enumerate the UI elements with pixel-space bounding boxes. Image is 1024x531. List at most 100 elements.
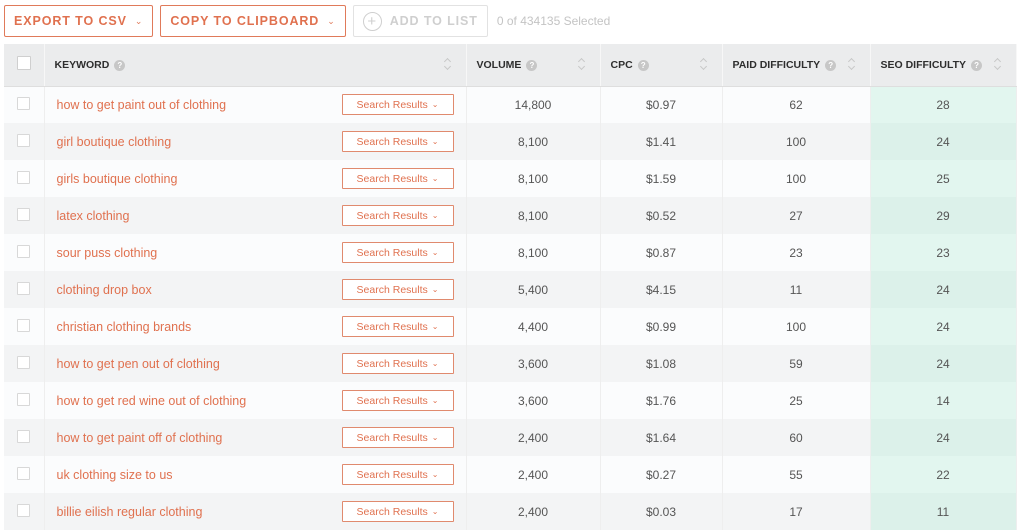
help-icon[interactable]: ? xyxy=(526,59,538,71)
keyword-cell-content: sour puss clothing Search Results ⌄ xyxy=(55,242,456,263)
cpc-cell: $1.08 xyxy=(600,345,723,382)
seo-difficulty-cell: 28 xyxy=(870,86,1017,123)
row-select-cell xyxy=(4,160,45,197)
plus-circle-icon: + xyxy=(362,11,382,31)
search-results-button[interactable]: Search Results ⌄ xyxy=(341,390,454,411)
row-checkbox[interactable] xyxy=(17,96,31,110)
keyword-cell: how to get pen out of clothing Search Re… xyxy=(44,345,467,382)
search-results-button[interactable]: Search Results ⌄ xyxy=(341,131,454,152)
help-icon[interactable]: ? xyxy=(637,59,649,71)
chevron-down-icon: ⌄ xyxy=(431,137,439,146)
keyword-link[interactable]: uk clothing size to us xyxy=(57,468,173,482)
row-select-cell xyxy=(4,234,45,271)
export-to-csv-button[interactable]: EXPORT TO CSV ⌄ xyxy=(4,5,154,37)
table-row: girl boutique clothing Search Results ⌄ … xyxy=(4,123,1017,160)
keyword-link[interactable]: girl boutique clothing xyxy=(57,135,172,149)
sort-icon[interactable] xyxy=(994,57,1002,71)
column-header-volume[interactable]: VOLUME? xyxy=(466,44,601,87)
search-results-label: Search Results xyxy=(356,468,428,481)
keyword-link[interactable]: girls boutique clothing xyxy=(57,172,178,186)
search-results-button[interactable]: Search Results ⌄ xyxy=(341,501,454,522)
volume-cell: 2,400 xyxy=(466,493,601,530)
volume-cell: 8,100 xyxy=(466,160,601,197)
row-select-cell xyxy=(4,456,45,493)
column-header-paid-difficulty[interactable]: PAID DIFFICULTY? xyxy=(722,44,871,87)
keyword-cell: how to get paint out of clothing Search … xyxy=(44,86,467,123)
keyword-link[interactable]: latex clothing xyxy=(57,209,130,223)
row-checkbox[interactable] xyxy=(17,133,31,147)
search-results-button[interactable]: Search Results ⌄ xyxy=(341,279,454,300)
table-row: how to get pen out of clothing Search Re… xyxy=(4,345,1017,382)
cpc-cell: $0.27 xyxy=(600,456,723,493)
chevron-down-icon: ⌄ xyxy=(431,470,439,479)
search-results-button[interactable]: Search Results ⌄ xyxy=(341,316,454,337)
keyword-link[interactable]: sour puss clothing xyxy=(57,246,158,260)
seo-difficulty-cell: 29 xyxy=(870,197,1017,234)
sort-icon[interactable] xyxy=(848,57,856,71)
keyword-link[interactable]: clothing drop box xyxy=(57,283,152,297)
volume-cell: 8,100 xyxy=(466,197,601,234)
keyword-cell-content: uk clothing size to us Search Results ⌄ xyxy=(55,464,456,485)
keyword-cell-content: clothing drop box Search Results ⌄ xyxy=(55,279,456,300)
search-results-label: Search Results xyxy=(356,394,428,407)
add-to-list-button[interactable]: + ADD TO LIST xyxy=(352,5,488,37)
keyword-link[interactable]: how to get paint out of clothing xyxy=(57,98,227,112)
keyword-link[interactable]: how to get pen out of clothing xyxy=(57,357,220,371)
table-row: how to get red wine out of clothing Sear… xyxy=(4,382,1017,419)
paid-difficulty-cell: 100 xyxy=(722,160,871,197)
row-checkbox[interactable] xyxy=(17,466,31,480)
table-row: girls boutique clothing Search Results ⌄… xyxy=(4,160,1017,197)
help-icon[interactable]: ? xyxy=(825,59,837,71)
paid-difficulty-cell: 17 xyxy=(722,493,871,530)
select-all-checkbox[interactable] xyxy=(16,56,31,71)
sort-icon[interactable] xyxy=(578,57,586,71)
keyword-link[interactable]: christian clothing brands xyxy=(57,320,192,334)
row-checkbox[interactable] xyxy=(17,207,31,221)
help-icon[interactable]: ? xyxy=(971,59,983,71)
column-header-label: CPC xyxy=(610,58,633,71)
cpc-cell: $1.76 xyxy=(600,382,723,419)
row-checkbox[interactable] xyxy=(17,392,31,406)
paid-difficulty-cell: 55 xyxy=(722,456,871,493)
search-results-button[interactable]: Search Results ⌄ xyxy=(341,94,454,116)
column-header-seo-difficulty[interactable]: SEO DIFFICULTY? xyxy=(870,44,1017,87)
row-checkbox[interactable] xyxy=(17,503,31,517)
row-checkbox[interactable] xyxy=(17,429,31,443)
keyword-link[interactable]: billie eilish regular clothing xyxy=(57,505,203,519)
sort-icon[interactable] xyxy=(700,57,708,71)
cpc-cell: $1.41 xyxy=(600,123,723,160)
chevron-down-icon: ⌄ xyxy=(431,396,439,405)
row-checkbox[interactable] xyxy=(17,244,31,258)
search-results-button[interactable]: Search Results ⌄ xyxy=(341,205,454,226)
row-checkbox[interactable] xyxy=(17,281,31,295)
copy-to-clipboard-button[interactable]: COPY TO CLIPBOARD ⌄ xyxy=(160,5,346,37)
search-results-button[interactable]: Search Results ⌄ xyxy=(341,464,454,485)
volume-cell: 8,100 xyxy=(466,123,601,160)
column-header-keyword[interactable]: KEYWORD? xyxy=(44,44,467,87)
keyword-cell-content: how to get paint off of clothing Search … xyxy=(55,427,456,448)
keyword-cell: how to get paint off of clothing Search … xyxy=(44,419,467,456)
table-header-row: KEYWORD? VOLUME? CPC? PAID DIFFICULTY? S… xyxy=(4,44,1017,87)
volume-cell: 14,800 xyxy=(466,86,601,123)
volume-cell: 2,400 xyxy=(466,456,601,493)
row-checkbox[interactable] xyxy=(17,318,31,332)
search-results-button[interactable]: Search Results ⌄ xyxy=(341,353,454,374)
help-icon[interactable]: ? xyxy=(114,59,126,71)
keyword-link[interactable]: how to get paint off of clothing xyxy=(57,431,223,445)
row-checkbox[interactable] xyxy=(17,355,31,369)
table-body: how to get paint out of clothing Search … xyxy=(4,86,1017,530)
table-row: clothing drop box Search Results ⌄ 5,400… xyxy=(4,271,1017,308)
search-results-button[interactable]: Search Results ⌄ xyxy=(341,242,454,263)
keyword-link[interactable]: how to get red wine out of clothing xyxy=(57,394,247,408)
seo-difficulty-cell: 22 xyxy=(870,456,1017,493)
cpc-cell: $4.15 xyxy=(600,271,723,308)
sort-icon[interactable] xyxy=(444,57,452,71)
add-to-list-label: ADD TO LIST xyxy=(389,14,478,28)
search-results-button[interactable]: Search Results ⌄ xyxy=(341,427,454,448)
row-select-cell xyxy=(4,308,45,345)
row-checkbox[interactable] xyxy=(17,170,31,184)
search-results-button[interactable]: Search Results ⌄ xyxy=(341,168,454,189)
paid-difficulty-cell: 59 xyxy=(722,345,871,382)
column-header-cpc[interactable]: CPC? xyxy=(600,44,723,87)
keyword-cell: billie eilish regular clothing Search Re… xyxy=(44,493,467,530)
